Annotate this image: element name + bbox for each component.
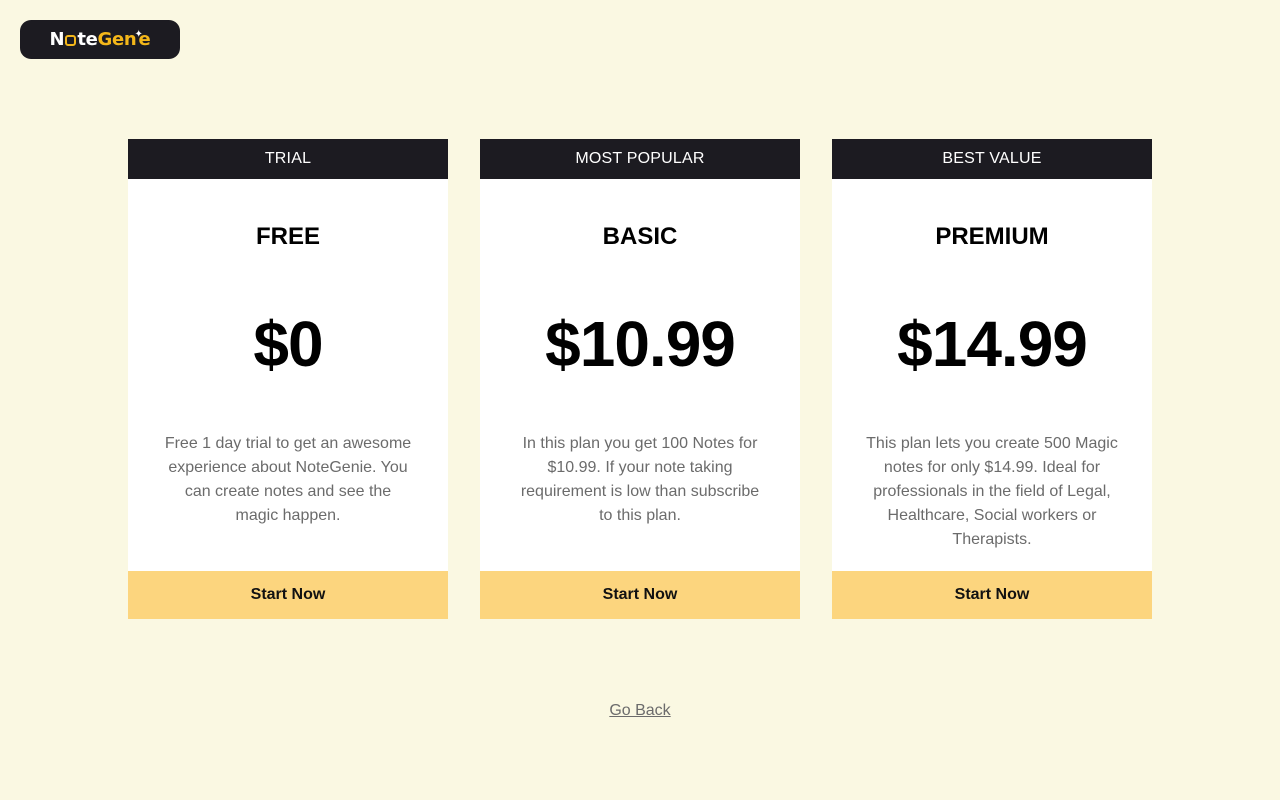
logo-letter-e: e [138,29,151,50]
start-now-button[interactable]: Start Now [128,571,448,619]
logo-notebook-icon [65,35,77,46]
plan-card-basic: MOST POPULAR BASIC $10.99 In this plan y… [480,139,800,619]
notegenie-logo[interactable]: N te Gen ✦ e [20,20,180,59]
plan-body: PREMIUM $14.99 This plan lets you create… [832,179,1152,571]
plan-description: This plan lets you create 500 Magic note… [866,435,1118,548]
plan-name: BASIC [602,223,678,250]
start-now-button[interactable]: Start Now [480,571,800,619]
plan-price: $0 [253,308,323,380]
plan-badge: BEST VALUE [832,139,1152,179]
plan-card-premium: BEST VALUE PREMIUM $14.99 This plan lets… [832,139,1152,619]
plan-badge: MOST POPULAR [480,139,800,179]
go-back-link[interactable]: Go Back [609,702,670,719]
plan-body: FREE $0 Free 1 day trial to get an aweso… [128,179,448,571]
logo-letters-te: te [77,29,98,50]
plan-card-free: TRIAL FREE $0 Free 1 day trial to get an… [128,139,448,619]
plan-price: $14.99 [897,308,1088,380]
start-now-button[interactable]: Start Now [832,571,1152,619]
plan-price: $10.99 [545,308,736,380]
plan-name: FREE [255,223,320,250]
go-back-container: Go Back [0,702,1280,720]
logo-letters-gen: Gen [97,29,137,50]
plan-name: PREMIUM [935,223,1049,250]
logo-letter-n: N [49,29,65,50]
plan-badge: TRIAL [128,139,448,179]
pricing-cards: TRIAL FREE $0 Free 1 day trial to get an… [128,139,1152,619]
logo-wordmark: N te Gen ✦ e [50,29,151,50]
plan-description: In this plan you get 100 Notes for $10.9… [520,435,760,524]
plan-body: BASIC $10.99 In this plan you get 100 No… [480,179,800,571]
plan-description: Free 1 day trial to get an awesome exper… [164,435,412,524]
